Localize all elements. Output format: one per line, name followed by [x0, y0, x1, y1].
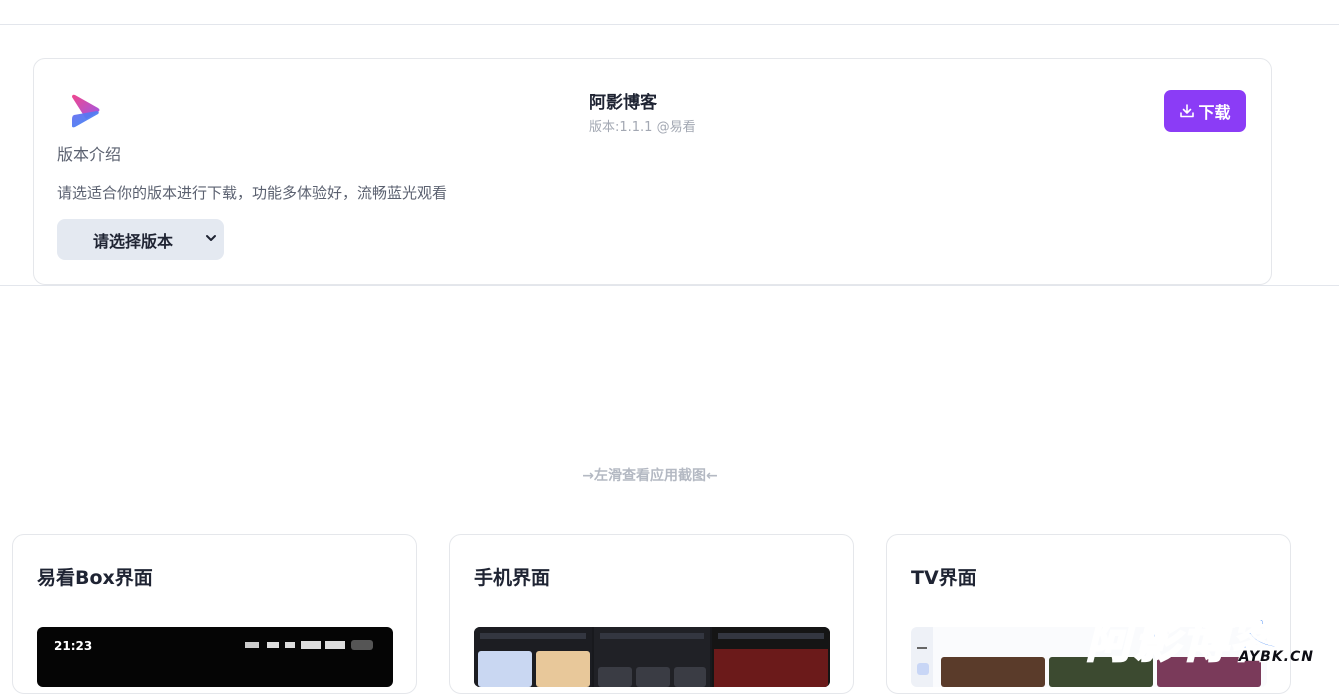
watermark-domain: AYBK.CN — [1238, 649, 1314, 665]
version-intro-desc: 请选适合你的版本进行下载，功能多体验好，流畅蓝光观看 — [57, 184, 448, 202]
status-time: 21:23 — [54, 639, 93, 653]
screenshot-card-box[interactable]: 易看Box界面 21:23 — [12, 534, 417, 694]
swipe-hint: →左滑查看应用截图← — [582, 468, 718, 484]
app-logo — [72, 94, 100, 128]
watermark-logo: 阿影博客 AYBK.CN — [1085, 605, 1326, 675]
section-divider — [0, 285, 1339, 286]
chevron-down-icon — [206, 235, 216, 241]
screenshot-title: TV界面 — [911, 567, 977, 589]
screenshot-title: 易看Box界面 — [37, 567, 153, 589]
app-version-meta: 版本:1.1.1 @易看 — [589, 120, 696, 135]
screenshot-card-phone[interactable]: 手机界面 — [449, 534, 854, 694]
screenshot-image — [474, 627, 830, 687]
top-divider — [0, 24, 1339, 25]
screenshot-title: 手机界面 — [474, 567, 551, 589]
version-select[interactable]: 请选择版本 — [57, 219, 224, 260]
screenshot-image: 21:23 — [37, 627, 393, 687]
download-label: 下载 — [1198, 103, 1231, 122]
download-button[interactable]: 下载 — [1164, 90, 1246, 132]
download-icon — [1180, 104, 1195, 118]
phone-screens-preview — [474, 627, 830, 687]
version-intro-title: 版本介绍 — [57, 145, 122, 164]
version-select-value: 请选择版本 — [93, 231, 174, 251]
status-bar-icons — [245, 640, 373, 650]
app-name: 阿影博客 — [589, 93, 657, 113]
